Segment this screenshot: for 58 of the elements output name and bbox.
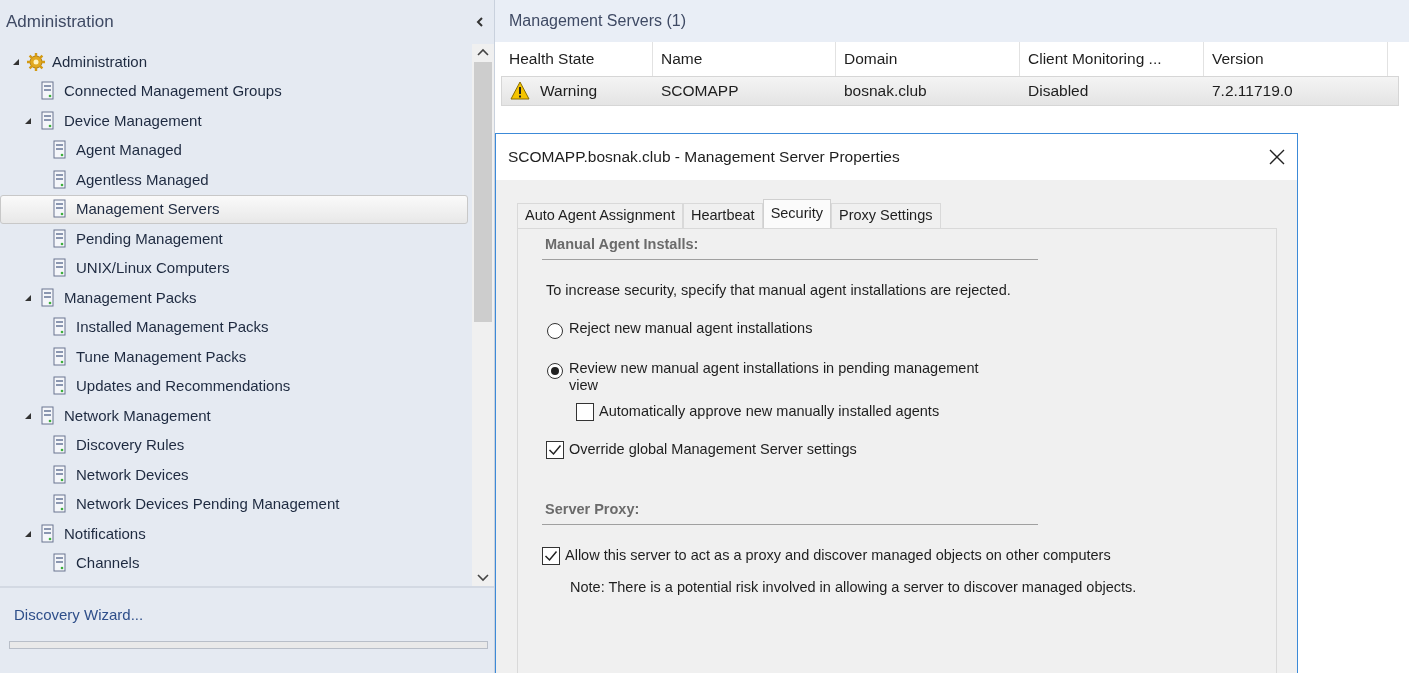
scroll-up-icon[interactable] (477, 48, 489, 56)
tree-item[interactable]: Network Management (0, 401, 472, 431)
tree-item[interactable]: Network Devices (0, 460, 472, 490)
tree-item[interactable]: Discovery Rules (0, 430, 472, 460)
close-icon[interactable] (1269, 149, 1285, 165)
radio-label: Reject new manual agent installations (569, 319, 813, 338)
table-cell-text: 7.2.11719.0 (1212, 81, 1293, 102)
description-text: Note: There is a potential risk involved in allowing a server to discover managed objects. (570, 578, 1137, 597)
tree-item[interactable]: Management Packs (0, 283, 472, 313)
tab[interactable]: Security (762, 199, 831, 228)
collapse-arrow-icon[interactable] (24, 529, 32, 538)
checkbox-label: Automatically approve new manually installed agents (599, 402, 940, 420)
tree-item[interactable]: Management Servers (0, 194, 468, 224)
checkbox[interactable] (542, 546, 560, 565)
table-cell-text: Disabled (1028, 81, 1089, 102)
table-cell-text: Warning (540, 81, 598, 102)
scrollbar[interactable] (472, 44, 494, 586)
tree-item[interactable]: Installed Management Packs (0, 312, 472, 342)
section-heading: Server Proxy: (544, 500, 641, 518)
pane-title: Administration (6, 11, 114, 34)
radio-button[interactable] (546, 321, 564, 340)
tree-item[interactable]: Agentless Managed (0, 165, 472, 195)
collapse-arrow-icon[interactable] (24, 116, 32, 125)
tree-item[interactable]: Device Management (0, 106, 472, 136)
tree-item[interactable]: Tune Management Packs (0, 342, 472, 372)
table-row[interactable]: Warning SCOMAPP bosnak.club Disabled 7.2.11719.0 (501, 76, 1399, 106)
tree-item[interactable]: Notifications (0, 519, 472, 549)
table-cell-text: SCOMAPP (661, 81, 739, 102)
radio-button[interactable] (546, 361, 564, 380)
checkbox[interactable] (576, 402, 594, 421)
gear-icon (26, 51, 46, 72)
collapse-arrow-icon[interactable] (12, 57, 20, 66)
checkbox-label: Allow this server to act as a proxy and discover managed objects on other computers (565, 546, 1111, 565)
tree-item[interactable]: Pending Management (0, 224, 472, 254)
section-heading: Manual Agent Installs: (544, 236, 700, 254)
task-link[interactable]: Discovery Wizard... (14, 604, 480, 627)
scroll-down-icon[interactable] (477, 574, 489, 582)
description-text: To increase security, specify that manual agent installations are rejected. (546, 282, 1011, 300)
tree-item[interactable]: Channels (0, 548, 472, 578)
tree-item[interactable]: Agent Managed (0, 135, 472, 165)
tab[interactable]: Proxy Settings (831, 203, 941, 228)
tab[interactable]: Auto Agent Assignment (517, 203, 683, 228)
tree-item[interactable]: Updates and Recommendations (0, 371, 472, 401)
warning-icon (510, 81, 530, 101)
checkbox[interactable] (546, 440, 564, 459)
tree-item[interactable]: UNIX/Linux Computers (0, 253, 472, 283)
radio-label: Review new manual agent installations in pending management view (569, 359, 980, 395)
collapse-arrow-icon[interactable] (24, 411, 32, 420)
dialog-title: SCOMAPP.bosnak.club - Management Server Properties (508, 147, 900, 168)
collapse-arrow-icon[interactable] (24, 293, 32, 302)
collapse-icon[interactable] (476, 17, 484, 27)
checkbox-label: Override global Management Server settings (569, 440, 857, 458)
tree-item[interactable]: Administration (0, 47, 472, 77)
list-title: Management Servers (1) (509, 11, 686, 31)
tree-item[interactable]: Network Devices Pending Management (0, 489, 472, 519)
tree-item[interactable]: Connected Management Groups (0, 76, 472, 106)
tab[interactable]: Heartbeat (682, 203, 763, 228)
table-cell-text: bosnak.club (844, 81, 927, 102)
